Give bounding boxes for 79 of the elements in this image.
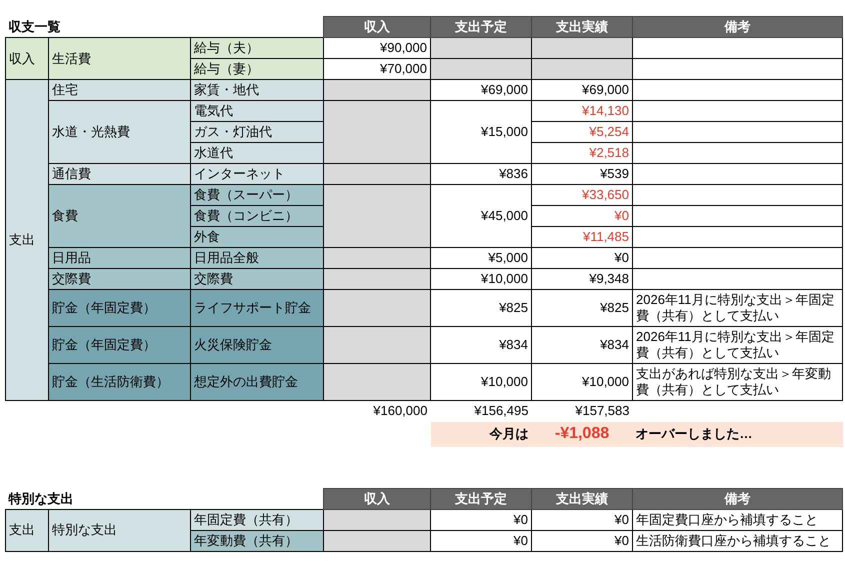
table-cell: ¥69,000 — [430, 80, 532, 100]
item-label: 交際費 — [190, 268, 324, 290]
category-label: 通信費 — [48, 164, 190, 184]
category-label: 貯金（生活防衛費） — [48, 364, 190, 400]
column-header: 備考 — [632, 488, 843, 509]
item-label: 年変動費（共有） — [190, 530, 324, 551]
item-label: 水道代 — [190, 142, 324, 164]
item-label: インターネット — [190, 164, 324, 184]
summary-label: 今月は — [430, 422, 532, 446]
table-cell: ¥11,485 — [532, 226, 632, 248]
note-cell: 年固定費口座から補填すること — [632, 509, 843, 530]
category-label: 貯金（年固定費） — [48, 326, 190, 364]
item-label: 家賃・地代 — [190, 80, 324, 100]
category-label: 食費 — [48, 184, 190, 248]
table-cell: ¥5,254 — [532, 122, 632, 142]
table-cell: ¥10,000 — [430, 364, 532, 400]
column-header: 収入 — [324, 16, 430, 38]
item-label: ガス・灯油代 — [190, 122, 324, 142]
section-label: 支出 — [6, 509, 48, 551]
table-cell: ¥825 — [532, 290, 632, 326]
category-label: 貯金（年固定費） — [48, 290, 190, 326]
item-label: 給与（夫） — [190, 38, 324, 58]
item-label: 外食 — [190, 226, 324, 248]
table-cell: ¥45,000 — [430, 184, 532, 248]
item-label: ライフサポート貯金 — [190, 290, 324, 326]
table-cell: ¥834 — [532, 326, 632, 364]
item-label: 電気代 — [190, 100, 324, 122]
column-header: 収入 — [324, 488, 431, 509]
table-cell: ¥10,000 — [430, 268, 532, 290]
table-cell: ¥90,000 — [324, 38, 430, 58]
note-cell: 2026年11月に特別な支出＞年固定費（共有）として支払い — [632, 326, 842, 364]
total-value: ¥160,000 — [324, 400, 430, 422]
table-title: 特別な支出 — [6, 488, 324, 509]
category-label: 交際費 — [48, 268, 190, 290]
column-header: 支出実績 — [532, 488, 633, 509]
table-cell: ¥15,000 — [430, 100, 532, 164]
item-label: 想定外の出費貯金 — [190, 364, 324, 400]
note-cell: 生活防衛費口座から補填すること — [632, 530, 843, 551]
table-cell: ¥2,518 — [532, 142, 632, 164]
section-label: 支出 — [6, 80, 48, 400]
column-header: 支出予定 — [430, 488, 532, 509]
table-cell: ¥5,000 — [430, 248, 532, 268]
table-cell: ¥14,130 — [532, 100, 632, 122]
category-label: 生活費 — [48, 38, 190, 80]
table-cell: ¥0 — [532, 248, 632, 268]
item-label: 日用品全般 — [190, 248, 324, 268]
category-label: 水道・光熱費 — [48, 100, 190, 164]
category-label: 特別な支出 — [48, 509, 190, 551]
table-cell: ¥0 — [532, 206, 632, 226]
note-cell: 支出があれば特別な支出＞年変動費（共有）として支払い — [632, 364, 842, 400]
summary-message: オーバーしました… — [632, 422, 842, 446]
table-cell: ¥33,650 — [532, 184, 632, 206]
table-cell: ¥825 — [430, 290, 532, 326]
table-cell: ¥9,348 — [532, 268, 632, 290]
column-header: 支出予定 — [430, 16, 532, 38]
table-title: 収支一覧 — [6, 16, 324, 38]
table-cell: ¥539 — [532, 164, 632, 184]
column-header: 備考 — [632, 16, 842, 38]
table-cell: ¥834 — [430, 326, 532, 364]
table-cell: ¥0 — [532, 530, 633, 551]
table-cell: ¥10,000 — [532, 364, 632, 400]
table-cell: ¥0 — [430, 509, 532, 530]
item-label: 給与（妻） — [190, 58, 324, 80]
total-value: ¥156,495 — [430, 400, 532, 422]
table-cell: ¥836 — [430, 164, 532, 184]
item-label: 火災保険貯金 — [190, 326, 324, 364]
item-label: 年固定費（共有） — [190, 509, 324, 530]
total-value: ¥157,583 — [532, 400, 632, 422]
category-label: 日用品 — [48, 248, 190, 268]
section-label: 収入 — [6, 38, 48, 80]
item-label: 食費（コンビニ） — [190, 206, 324, 226]
summary-amount: -¥1,088 — [532, 422, 632, 446]
column-header: 支出実績 — [532, 16, 632, 38]
table-cell: ¥69,000 — [532, 80, 632, 100]
item-label: 食費（スーパー） — [190, 184, 324, 206]
category-label: 住宅 — [48, 80, 190, 100]
table-cell: ¥0 — [532, 509, 633, 530]
note-cell: 2026年11月に特別な支出＞年固定費（共有）として支払い — [632, 290, 842, 326]
table-cell: ¥0 — [430, 530, 532, 551]
